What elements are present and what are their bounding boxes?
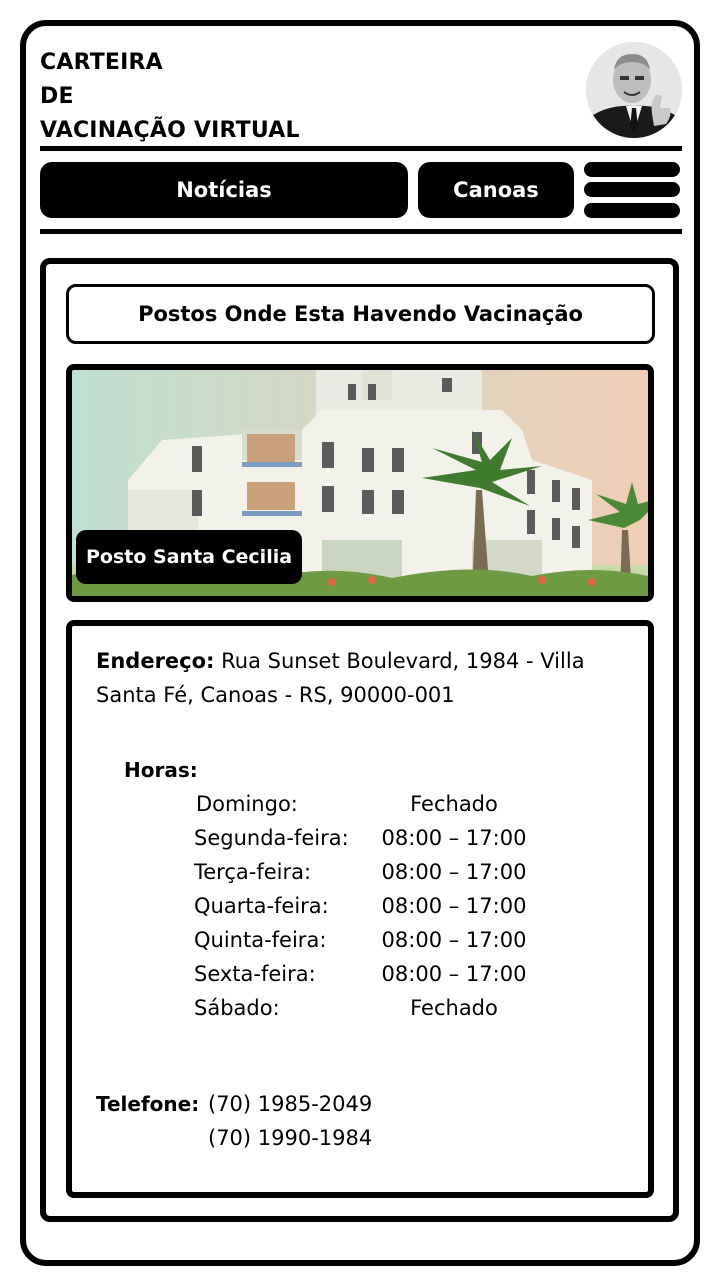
hours-row: Quarta-feira: 08:00 – 17:00 <box>72 894 648 928</box>
post-photo-card[interactable]: Posto Santa Cecilia <box>66 364 654 602</box>
nav-divider <box>40 229 682 234</box>
hours-day: Sexta-feira: <box>194 962 316 986</box>
hours-time: Fechado <box>410 792 498 816</box>
news-button[interactable]: Notícias <box>40 162 408 218</box>
menu-bar <box>584 162 680 177</box>
hours-day: Terça-feira: <box>194 860 312 884</box>
menu-bar <box>584 203 680 218</box>
hamburger-menu-icon[interactable] <box>584 162 680 218</box>
address-label: Endereço: <box>96 649 215 673</box>
hours-time: 08:00 – 17:00 <box>381 894 527 918</box>
hours-time: 08:00 – 17:00 <box>381 826 527 850</box>
content-panel: Postos Onde Esta Havendo Vacinação Posto… <box>40 258 679 1222</box>
hours-day: Quinta-feira: <box>194 928 327 952</box>
hours-time: 08:00 – 17:00 <box>381 860 527 884</box>
app-title-line: CARTEIRA <box>40 50 163 75</box>
post-info-card: Endereço: Rua Sunset Boulevard, 1984 - V… <box>66 620 654 1198</box>
hours-day: Quarta-feira: <box>194 894 329 918</box>
hours-row: Domingo: Fechado <box>72 792 648 826</box>
hours-time: Fechado <box>410 996 498 1020</box>
post-name-label: Posto Santa Cecilia <box>76 530 303 584</box>
hours-day: Sábado: <box>194 996 280 1020</box>
hours-row: Quinta-feira: 08:00 – 17:00 <box>72 928 648 962</box>
phone-number[interactable]: (70) 1990-1984 <box>208 1126 372 1150</box>
hours-time: 08:00 – 17:00 <box>381 962 527 986</box>
user-avatar[interactable] <box>586 42 682 138</box>
header-divider <box>40 146 682 151</box>
hours-day: Segunda-feira: <box>194 826 349 850</box>
phone-number[interactable]: (70) 1985-2049 <box>208 1092 372 1116</box>
app-title-line: DE <box>40 84 74 109</box>
city-button[interactable]: Canoas <box>418 162 574 218</box>
app-title-line: VACINAÇÃO VIRTUAL <box>40 118 300 143</box>
address-block: Endereço: Rua Sunset Boulevard, 1984 - V… <box>96 644 626 712</box>
menu-bar <box>584 182 680 197</box>
phone-frame: CARTEIRA DE VACINAÇÃO VIRTUAL Notícias C… <box>20 20 700 1266</box>
hours-row: Sexta-feira: 08:00 – 17:00 <box>72 962 648 996</box>
hours-row: Segunda-feira: 08:00 – 17:00 <box>72 826 648 860</box>
hours-day: Domingo: <box>196 792 298 816</box>
phone-label: Telefone: <box>96 1092 200 1116</box>
person-photo-icon <box>586 42 682 138</box>
hours-row: Terça-feira: 08:00 – 17:00 <box>72 860 648 894</box>
hours-label: Horas: <box>124 758 198 782</box>
app-title: CARTEIRA DE VACINAÇÃO VIRTUAL <box>40 46 300 148</box>
section-title: Postos Onde Esta Havendo Vacinação <box>66 284 655 344</box>
hours-time: 08:00 – 17:00 <box>381 928 527 952</box>
hours-row: Sábado: Fechado <box>72 996 648 1030</box>
